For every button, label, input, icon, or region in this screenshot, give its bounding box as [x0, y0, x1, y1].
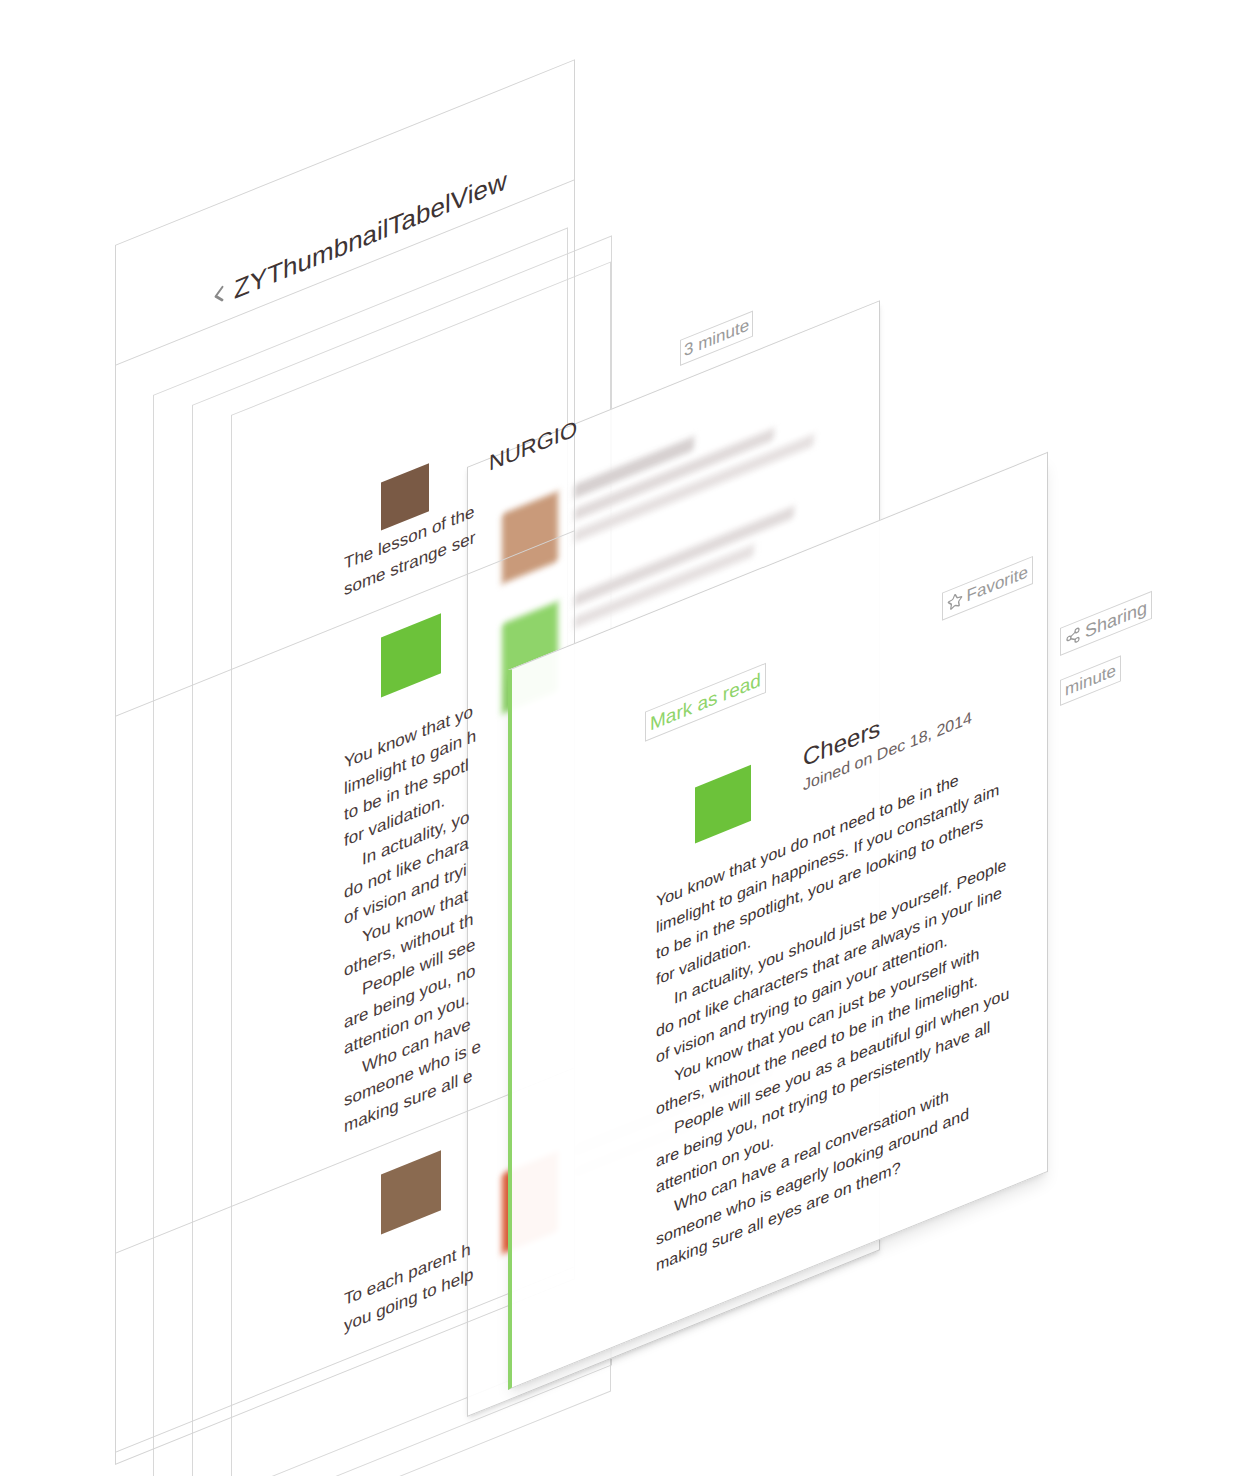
navigation-title: ZYThumbnailTabelView — [234, 163, 507, 307]
cell-name: NURGIO — [489, 411, 577, 480]
sharing-button[interactable]: Sharing — [1060, 591, 1152, 656]
favorite-button[interactable]: Favorite — [942, 556, 1033, 621]
share-icon — [1065, 626, 1081, 648]
text-line: The lesson of the — [344, 459, 574, 578]
mark-read-button[interactable]: Mark as read — [645, 663, 766, 742]
view-debugger-canvas: ZYThumbnailTabelView NURGIOThe lesson of … — [0, 0, 1242, 1476]
side-actions-layer: Sharingminute — [1060, 591, 1152, 706]
blurred-avatar — [502, 491, 558, 584]
time-label: minute — [1060, 655, 1121, 706]
cell-header: NURGIO — [116, 405, 574, 638]
star-icon — [947, 590, 963, 612]
table-cell[interactable]: You know that yolimelight to gain hto be… — [116, 532, 574, 1254]
avatar — [381, 1150, 441, 1234]
cell-text: The lesson of thesome strange ser — [344, 459, 574, 604]
back-chevron-icon[interactable] — [206, 272, 232, 319]
navigation-layer: ZYThumbnailTabelView NURGIOThe lesson of … — [115, 59, 575, 1465]
navigation-bar: ZYThumbnailTabelView — [116, 61, 574, 366]
avatar — [695, 765, 751, 844]
paragraph: The lesson of thesome strange ser — [344, 459, 574, 604]
avatar — [381, 613, 441, 697]
